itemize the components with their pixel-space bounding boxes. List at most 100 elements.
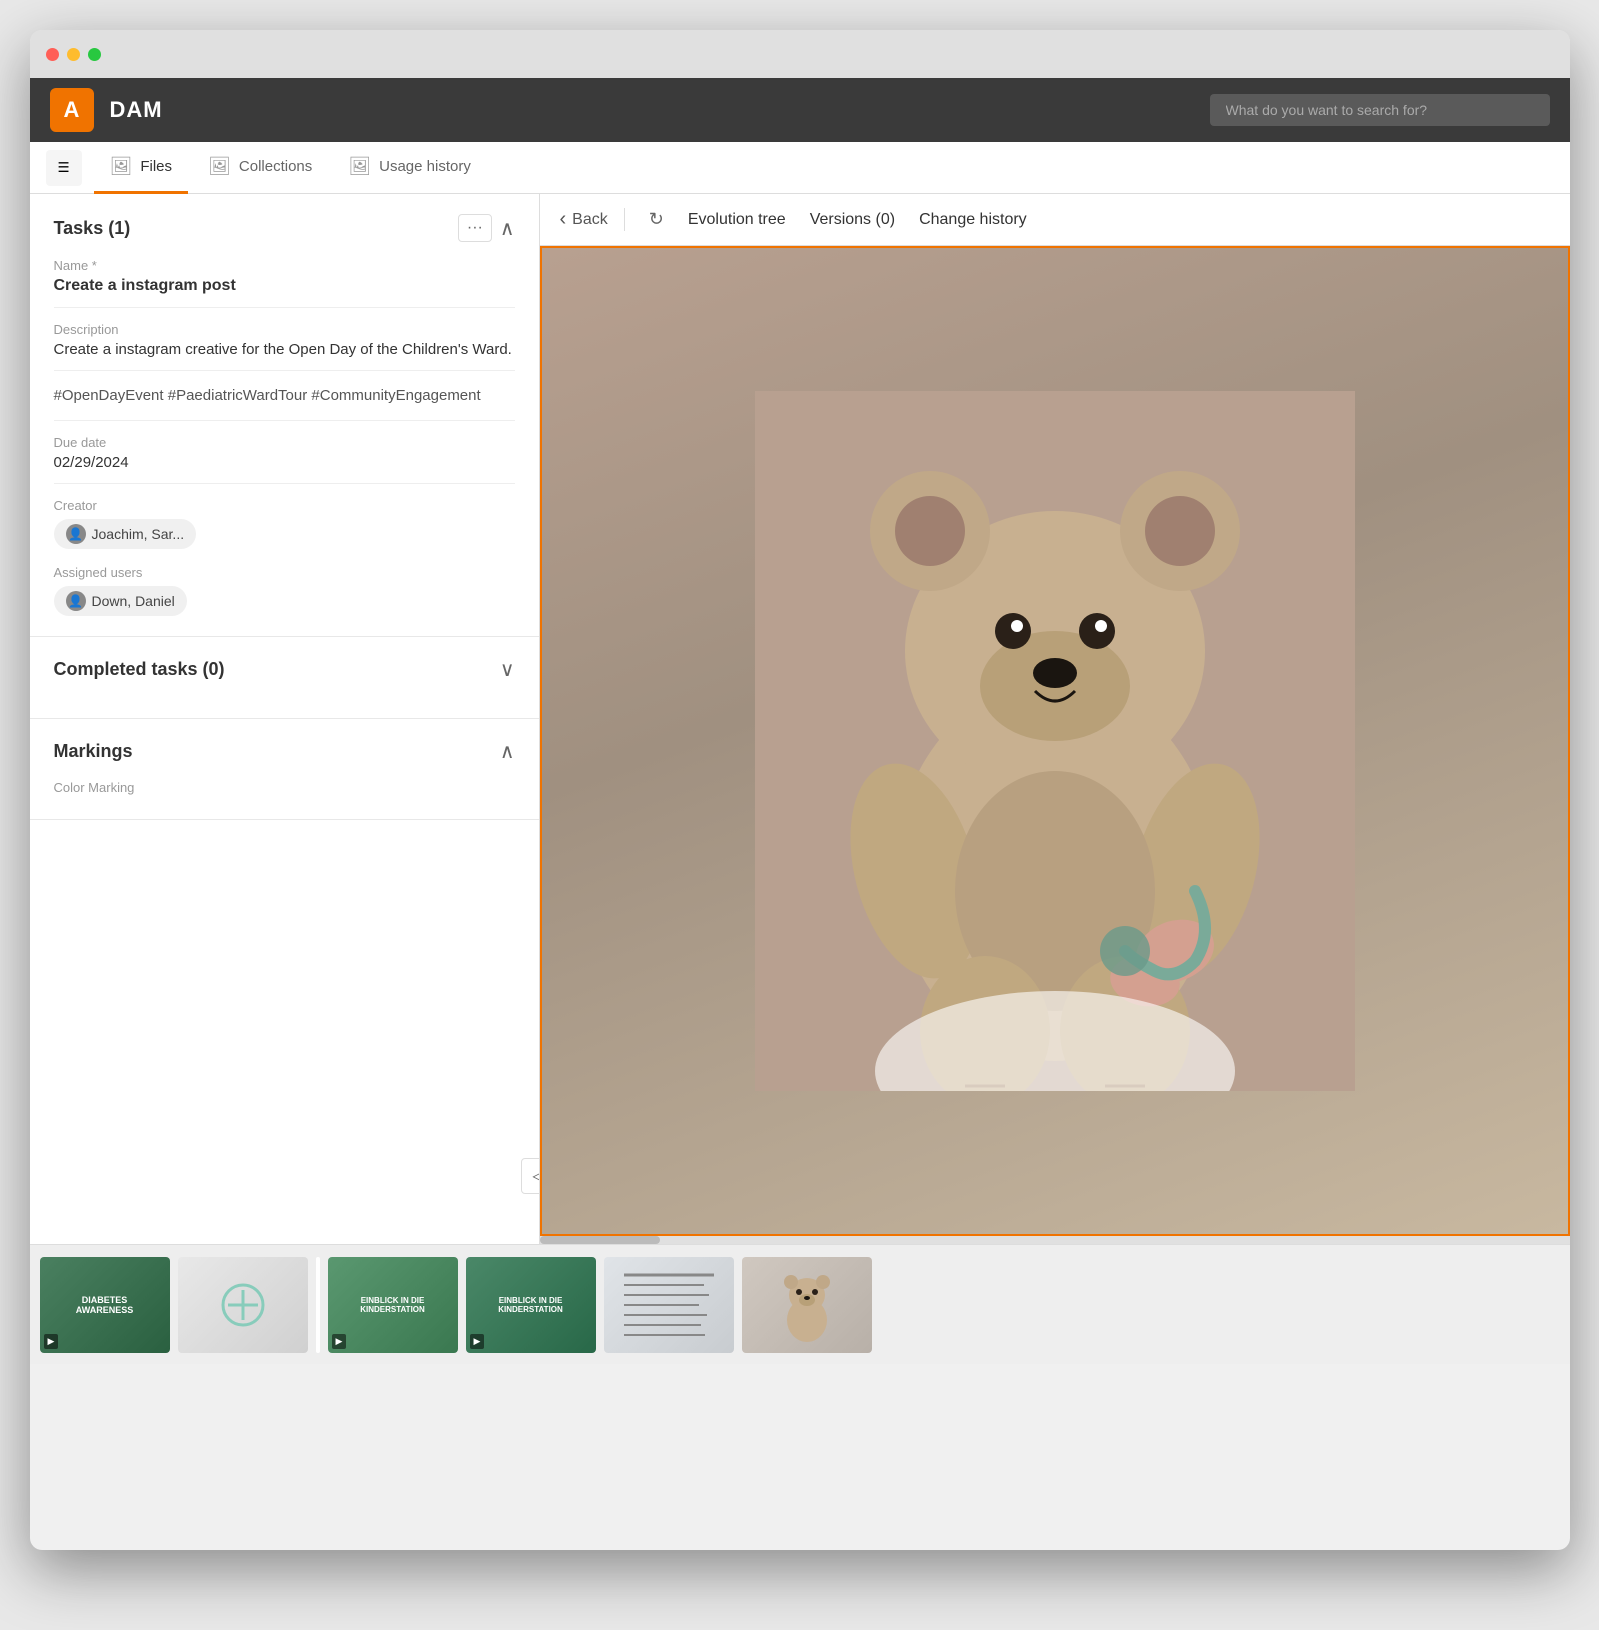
filmstrip-item-6-preview — [742, 1257, 872, 1353]
maximize-dot[interactable] — [88, 48, 101, 61]
completed-tasks-toggle[interactable]: ∨ — [500, 657, 515, 682]
markings-header: Markings ∧ — [54, 739, 515, 764]
filmstrip-divider — [316, 1257, 320, 1353]
description-field: Description Create a instagram creative … — [54, 322, 515, 371]
teddy-image-container — [542, 248, 1568, 1234]
tasks-section: Tasks (1) ··· ∧ Name * Create a instagra… — [30, 194, 539, 637]
filmstrip-item-1[interactable]: DIABETESAWARENESS ▶ — [40, 1257, 170, 1353]
detail-toolbar: ‹ Back ↻ Evolution tree Versions (0) Cha… — [540, 194, 1570, 246]
due-date-value: 02/29/2024 — [54, 454, 515, 484]
filmstrip: DIABETESAWARENESS ▶ EINBLICK IN DIEKINDE… — [30, 1244, 1570, 1364]
titlebar — [30, 30, 1570, 78]
left-panel: Tasks (1) ··· ∧ Name * Create a instagra… — [30, 194, 540, 1244]
panel-collapse-button[interactable]: ◁ — [521, 1158, 540, 1194]
close-dot[interactable] — [46, 48, 59, 61]
tasks-title: Tasks (1) — [54, 218, 131, 239]
chevron-up-icon-2: ∧ — [500, 741, 515, 763]
filmstrip-item-3-label: EINBLICK IN DIEKINDERSTATION — [356, 1292, 429, 1318]
main-content: Tasks (1) ··· ∧ Name * Create a instagra… — [30, 194, 1570, 1244]
filmstrip-item-4-preview: EINBLICK IN DIEKINDERSTATION — [466, 1257, 596, 1353]
tab-collections[interactable]: 🖼 Collections — [192, 142, 328, 194]
filmstrip-item-4[interactable]: EINBLICK IN DIEKINDERSTATION ▶ — [466, 1257, 596, 1353]
back-button[interactable]: ‹ Back — [560, 208, 625, 231]
assigned-user-chip: 👤 Down, Daniel — [54, 586, 187, 616]
search-input[interactable] — [1210, 94, 1550, 126]
assigned-user-name: Down, Daniel — [92, 593, 175, 609]
tab-files-label: Files — [140, 158, 172, 175]
name-value: Create a instagram post — [54, 277, 515, 308]
markings-section: Markings ∧ Color Marking — [30, 719, 539, 820]
filmstrip-item-4-badge: ▶ — [470, 1334, 485, 1349]
filmstrip-teddy-svg — [767, 1265, 847, 1345]
filmstrip-item-4-label: EINBLICK IN DIEKINDERSTATION — [494, 1292, 567, 1318]
app-logo: A — [50, 88, 94, 132]
refresh-icon: ↻ — [649, 209, 664, 229]
assigned-user-avatar: 👤 — [66, 591, 86, 611]
filmstrip-item-3-preview: EINBLICK IN DIEKINDERSTATION — [328, 1257, 458, 1353]
color-marking-label: Color Marking — [54, 780, 515, 795]
name-label: Name * — [54, 258, 515, 273]
files-icon: 🖼 — [110, 156, 133, 177]
tab-collections-label: Collections — [239, 158, 312, 175]
name-field: Name * Create a instagram post — [54, 258, 515, 308]
horizontal-scrollbar[interactable] — [540, 1236, 1570, 1244]
app-title: DAM — [110, 97, 163, 123]
usage-icon: 🖼 — [348, 156, 371, 177]
menu-button[interactable]: ☰ — [46, 150, 82, 186]
filmstrip-item-5[interactable] — [604, 1257, 734, 1353]
due-date-label: Due date — [54, 435, 515, 450]
completed-tasks-section: Completed tasks (0) ∨ — [30, 637, 539, 719]
description-label: Description — [54, 322, 515, 337]
minimize-dot[interactable] — [67, 48, 80, 61]
collapse-icon: ◁ — [532, 1166, 539, 1186]
filmstrip-item-1-badge: ▶ — [44, 1334, 59, 1349]
scroll-thumb[interactable] — [540, 1236, 660, 1244]
assigned-users-field: Assigned users 👤 Down, Daniel — [54, 565, 515, 616]
filmstrip-item-6[interactable] — [742, 1257, 872, 1353]
creator-chip: 👤 Joachim, Sar... — [54, 519, 197, 549]
tab-bar: ☰ 🖼 Files 🖼 Collections 🖼 Usage history — [30, 142, 1570, 194]
filmstrip-item-2-preview — [178, 1257, 308, 1353]
tab-files[interactable]: 🖼 Files — [94, 142, 189, 194]
due-date-field: Due date 02/29/2024 — [54, 435, 515, 484]
tags-field: #OpenDayEvent #PaediatricWardTour #Commu… — [54, 385, 515, 421]
chevron-down-icon: ∨ — [500, 659, 515, 681]
app-header: A DAM — [30, 78, 1570, 142]
asset-preview-area — [540, 246, 1570, 1236]
menu-icon: ☰ — [58, 160, 70, 176]
tags-value: #OpenDayEvent #PaediatricWardTour #Commu… — [54, 385, 515, 421]
filmstrip-5-svg — [619, 1265, 719, 1345]
markings-title: Markings — [54, 741, 133, 762]
versions-link[interactable]: Versions (0) — [810, 211, 895, 229]
markings-toggle[interactable]: ∧ — [500, 739, 515, 764]
back-label: Back — [572, 211, 608, 229]
refresh-button[interactable]: ↻ — [649, 209, 664, 230]
filmstrip-item-2[interactable] — [178, 1257, 308, 1353]
completed-tasks-header: Completed tasks (0) ∨ — [54, 657, 515, 682]
filmstrip-item-3[interactable]: EINBLICK IN DIEKINDERSTATION ▶ — [328, 1257, 458, 1353]
tasks-section-header: Tasks (1) ··· ∧ — [54, 214, 515, 242]
filmstrip-item-3-badge: ▶ — [332, 1334, 347, 1349]
tasks-more-button[interactable]: ··· — [458, 214, 492, 242]
tab-usage-history[interactable]: 🖼 Usage history — [332, 142, 487, 194]
chevron-up-icon: ∧ — [500, 218, 515, 240]
filmstrip-item-1-label: DIABETESAWARENESS — [72, 1291, 138, 1319]
filmstrip-item-5-preview — [604, 1257, 734, 1353]
creator-name: Joachim, Sar... — [92, 526, 185, 542]
completed-tasks-title: Completed tasks (0) — [54, 659, 225, 680]
change-history-link[interactable]: Change history — [919, 211, 1027, 229]
collections-icon: 🖼 — [208, 156, 231, 177]
creator-field: Creator 👤 Joachim, Sar... — [54, 498, 515, 549]
filmstrip-item-1-preview: DIABETESAWARENESS — [40, 1257, 170, 1353]
tasks-collapse-button[interactable]: ∧ — [500, 216, 515, 241]
teddy-svg — [755, 391, 1355, 1091]
description-value: Create a instagram creative for the Open… — [54, 341, 515, 371]
chevron-left-icon: ‹ — [560, 208, 567, 231]
logo-text: A — [64, 97, 80, 123]
filmstrip-icon-svg — [218, 1280, 268, 1330]
evolution-tree-link[interactable]: Evolution tree — [688, 211, 786, 229]
more-icon: ··· — [467, 219, 483, 236]
creator-label: Creator — [54, 498, 515, 513]
creator-avatar: 👤 — [66, 524, 86, 544]
assigned-users-label: Assigned users — [54, 565, 515, 580]
